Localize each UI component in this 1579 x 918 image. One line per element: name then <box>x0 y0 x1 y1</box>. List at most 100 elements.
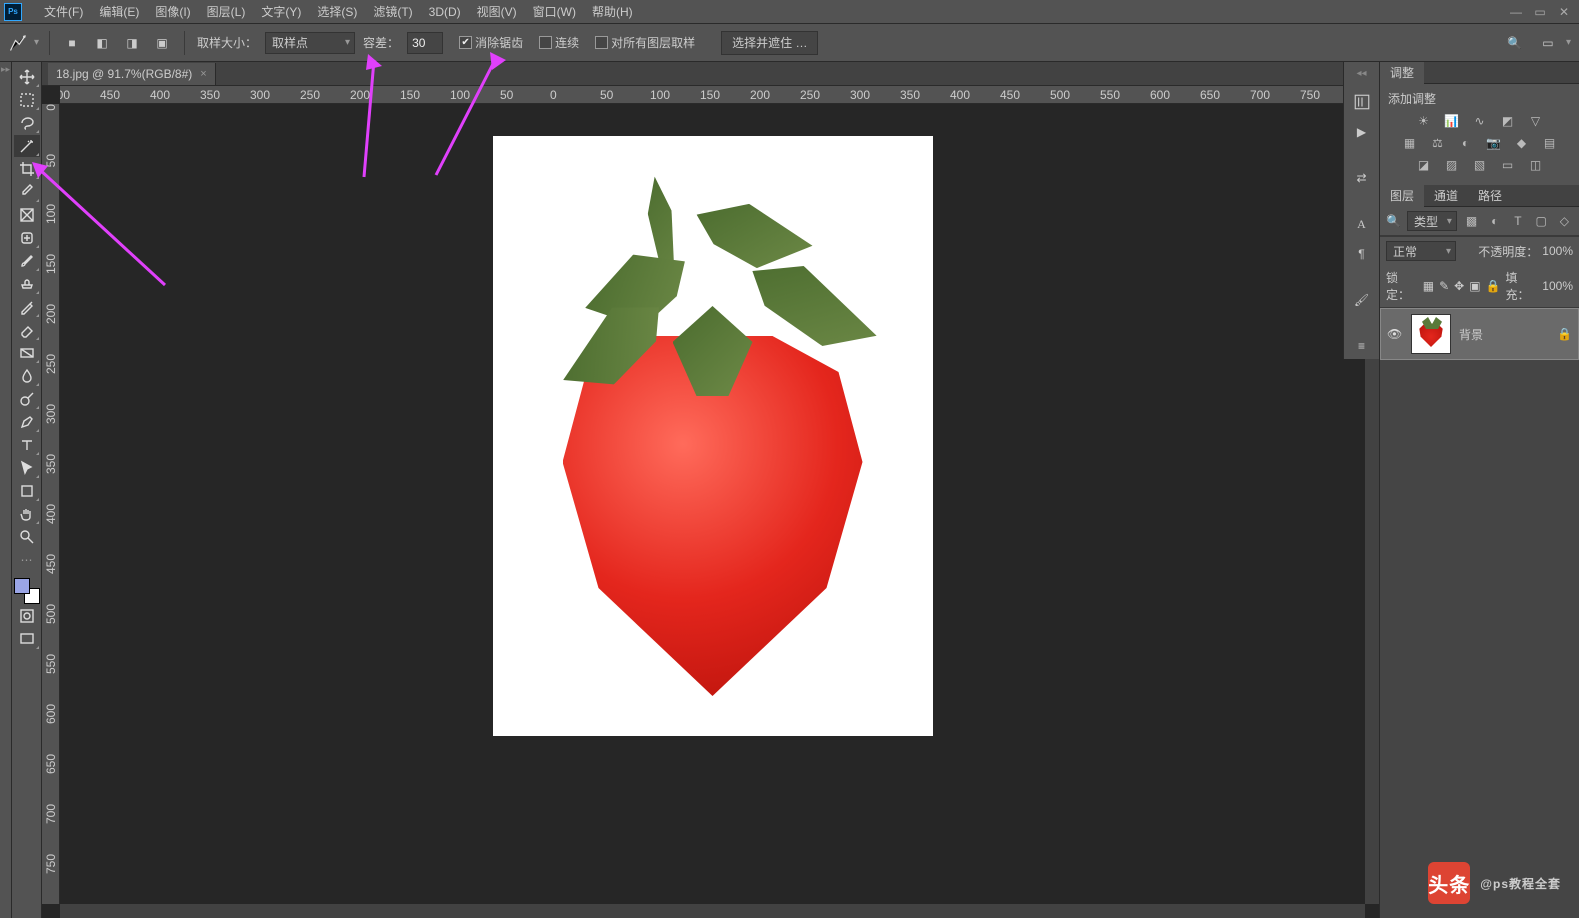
lasso-tool[interactable] <box>14 112 40 134</box>
paths-tab[interactable]: 路径 <box>1468 185 1512 207</box>
color-balance-icon[interactable]: ⚖ <box>1428 135 1448 151</box>
menu-layer[interactable]: 图层(L) <box>199 0 254 24</box>
window-restore-button[interactable]: ▭ <box>1529 3 1551 21</box>
menu-file[interactable]: 文件(F) <box>36 0 91 24</box>
eraser-tool[interactable] <box>14 319 40 341</box>
tolerance-input[interactable] <box>407 32 443 54</box>
dodge-tool[interactable] <box>14 388 40 410</box>
contiguous-checkbox[interactable]: 连续 <box>539 34 579 51</box>
select-and-mask-button[interactable]: 选择并遮住 … <box>721 31 818 55</box>
curves-adjustment-icon[interactable]: ∿ <box>1470 113 1490 129</box>
healing-brush-tool[interactable] <box>14 227 40 249</box>
type-tool[interactable] <box>14 434 40 456</box>
selection-new-icon[interactable]: ■ <box>60 31 84 55</box>
properties-panel-icon[interactable]: ⇄ <box>1348 165 1376 191</box>
close-tab-icon[interactable]: × <box>200 68 206 80</box>
vibrance-adjustment-icon[interactable]: ▽ <box>1526 113 1546 129</box>
shape-tool[interactable] <box>14 480 40 502</box>
frame-tool[interactable] <box>14 204 40 226</box>
channels-tab[interactable]: 通道 <box>1424 185 1468 207</box>
exposure-adjustment-icon[interactable]: ◩ <box>1498 113 1518 129</box>
hue-adjustment-icon[interactable]: ▦ <box>1400 135 1420 151</box>
selection-subtract-icon[interactable]: ◨ <box>120 31 144 55</box>
filter-pixel-icon[interactable]: ▩ <box>1463 213 1480 229</box>
menu-select[interactable]: 选择(S) <box>309 0 365 24</box>
brightness-adjustment-icon[interactable]: ☀ <box>1414 113 1434 129</box>
color-lookup-icon[interactable]: ▤ <box>1540 135 1560 151</box>
adjustments-panel-tab[interactable]: 调整 <box>1380 62 1579 84</box>
history-panel-icon[interactable] <box>1348 89 1376 115</box>
quick-mask-icon[interactable] <box>14 605 40 627</box>
lock-transparent-icon[interactable]: ▦ <box>1423 279 1434 293</box>
lock-all-icon[interactable]: 🔒 <box>1486 279 1501 293</box>
horizontal-scrollbar[interactable] <box>60 904 1365 918</box>
brush-tool[interactable] <box>14 250 40 272</box>
search-icon[interactable]: 🔍 <box>1507 36 1522 50</box>
menu-image[interactable]: 图像(I) <box>147 0 198 24</box>
layers-tab[interactable]: 图层 <box>1380 185 1424 207</box>
actions-panel-icon[interactable]: ▶ <box>1348 119 1376 145</box>
menu-help[interactable]: 帮助(H) <box>584 0 641 24</box>
crop-tool[interactable] <box>14 158 40 180</box>
brush-panel-icon[interactable]: 🖌 <box>1348 287 1376 313</box>
workspace-switcher-icon[interactable]: ▭ <box>1536 31 1560 55</box>
threshold-icon[interactable]: ▧ <box>1470 157 1490 173</box>
menu-3d[interactable]: 3D(D) <box>421 1 469 23</box>
window-close-button[interactable]: ✕ <box>1553 3 1575 21</box>
document-tab[interactable]: 18.jpg @ 91.7%(RGB/8#) × <box>48 63 216 85</box>
gradient-tool[interactable] <box>14 342 40 364</box>
layer-name[interactable]: 背景 <box>1459 326 1483 343</box>
selection-intersect-icon[interactable]: ▣ <box>150 31 174 55</box>
sample-size-dropdown[interactable]: 取样点 <box>265 32 355 54</box>
filter-adjust-icon[interactable]: ◐ <box>1486 213 1503 229</box>
filter-shape-icon[interactable]: ▢ <box>1533 213 1550 229</box>
filter-type-icon[interactable]: T <box>1509 213 1526 229</box>
posterize-icon[interactable]: ▨ <box>1442 157 1462 173</box>
document-canvas[interactable] <box>493 136 933 736</box>
menu-type[interactable]: 文字(Y) <box>253 0 309 24</box>
marquee-tool[interactable] <box>14 89 40 111</box>
current-tool-icon[interactable] <box>8 33 28 53</box>
magic-wand-tool[interactable] <box>14 135 40 157</box>
info-panel-icon[interactable]: ≡ <box>1348 333 1376 359</box>
screen-mode-icon[interactable] <box>14 628 40 650</box>
antialias-checkbox[interactable]: 消除锯齿 <box>459 34 523 51</box>
window-minimize-button[interactable]: — <box>1505 3 1527 21</box>
selective-color-icon[interactable]: ◫ <box>1526 157 1546 173</box>
all-layers-checkbox[interactable]: 对所有图层取样 <box>595 34 695 51</box>
menu-filter[interactable]: 滤镜(T) <box>365 0 420 24</box>
history-brush-tool[interactable] <box>14 296 40 318</box>
zoom-tool[interactable] <box>14 526 40 548</box>
pen-tool[interactable] <box>14 411 40 433</box>
color-swatches[interactable] <box>14 578 40 604</box>
bw-adjustment-icon[interactable]: ◐ <box>1456 135 1476 151</box>
blur-tool[interactable] <box>14 365 40 387</box>
menu-edit[interactable]: 编辑(E) <box>91 0 147 24</box>
visibility-toggle-icon[interactable]: 👁 <box>1387 327 1403 341</box>
move-tool[interactable] <box>14 66 40 88</box>
blend-mode-dropdown[interactable]: 正常 <box>1386 241 1456 261</box>
photo-filter-icon[interactable]: 📷 <box>1484 135 1504 151</box>
lock-artboard-icon[interactable]: ▣ <box>1469 279 1480 293</box>
menu-view[interactable]: 视图(V) <box>469 0 525 24</box>
dock-grip[interactable]: ◂◂ <box>1356 68 1366 79</box>
opacity-value[interactable]: 100% <box>1542 244 1573 258</box>
menu-window[interactable]: 窗口(W) <box>525 0 584 24</box>
layer-thumbnail[interactable] <box>1411 314 1451 354</box>
layer-filter-dropdown[interactable]: 类型 <box>1407 211 1457 231</box>
levels-adjustment-icon[interactable]: 📊 <box>1442 113 1462 129</box>
lock-pixels-icon[interactable]: ✎ <box>1439 279 1449 293</box>
channel-mixer-icon[interactable]: ◆ <box>1512 135 1532 151</box>
filter-smart-icon[interactable]: ◇ <box>1556 213 1573 229</box>
hand-tool[interactable] <box>14 503 40 525</box>
path-selection-tool[interactable] <box>14 457 40 479</box>
layer-row[interactable]: 👁 背景 🔒 <box>1380 308 1579 360</box>
character-panel-icon[interactable]: A <box>1348 211 1376 237</box>
edit-toolbar-icon[interactable]: ⋯ <box>14 549 40 571</box>
selection-add-icon[interactable]: ◧ <box>90 31 114 55</box>
eyedropper-tool[interactable] <box>14 181 40 203</box>
fill-value[interactable]: 100% <box>1542 279 1573 293</box>
invert-adjustment-icon[interactable]: ◪ <box>1414 157 1434 173</box>
clone-stamp-tool[interactable] <box>14 273 40 295</box>
lock-position-icon[interactable]: ✥ <box>1454 279 1464 293</box>
